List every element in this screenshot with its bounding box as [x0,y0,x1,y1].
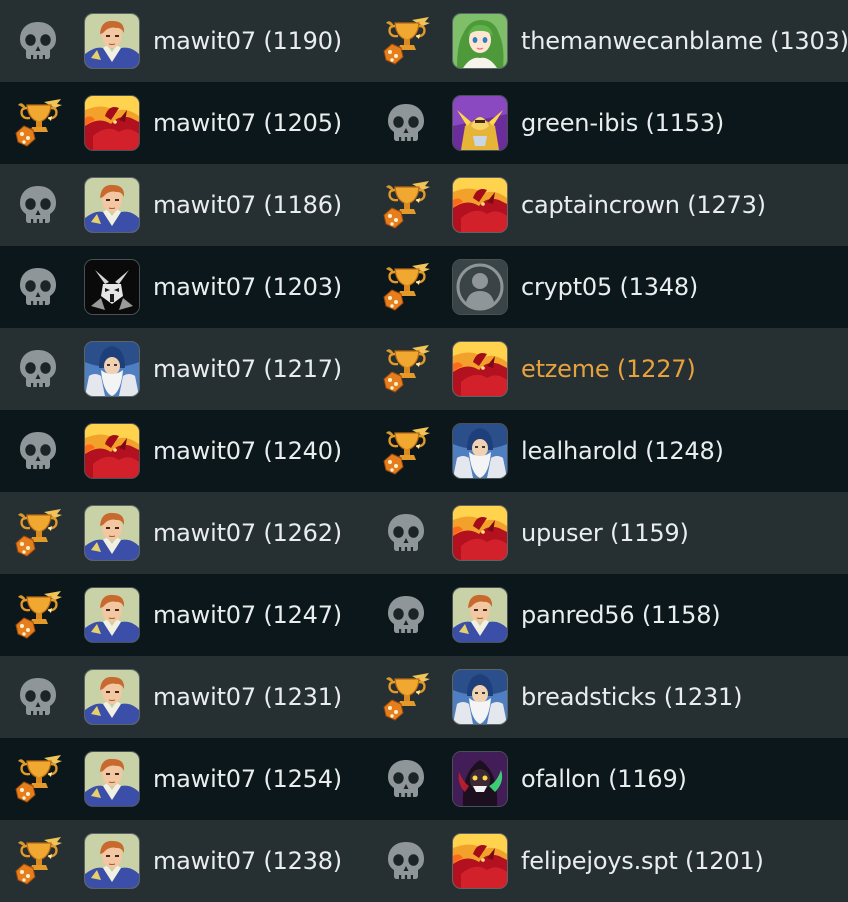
match-row: mawit07 (1262) upuser (1159) [0,492,848,574]
match-row: mawit07 (1254) ofallon (1169) [0,738,848,820]
player-name-link[interactable]: themanwecanblame (1303) [521,0,848,82]
skull-icon [11,670,65,724]
player-name-link[interactable]: captaincrown (1273) [521,164,766,246]
red-dragon-portrait[interactable] [453,178,507,232]
wizard-portrait[interactable] [453,424,507,478]
trophy-icon [11,506,65,560]
red-dragon-portrait[interactable] [453,342,507,396]
match-row: mawit07 (1247) panred56 (1158) [0,574,848,656]
match-row: mawit07 (1190) themanwecanblame (1303) [0,0,848,82]
trophy-icon [379,342,433,396]
match-history-list: mawit07 (1190) themanwecanblame (1303) m… [0,0,848,902]
trophy-icon [11,96,65,150]
trophy-icon [379,14,433,68]
adventurer-portrait[interactable] [85,178,139,232]
skull-icon [11,342,65,396]
golden-knight-portrait[interactable] [453,96,507,150]
player-name-link[interactable]: mawit07 (1262) [153,492,342,574]
match-row: mawit07 (1240) lealharold (1248) [0,410,848,492]
green-haired-girl-portrait[interactable] [453,14,507,68]
wizard-portrait[interactable] [85,342,139,396]
skull-icon [379,752,433,806]
trophy-icon [11,752,65,806]
skull-icon [379,506,433,560]
skull-icon [379,588,433,642]
match-row: mawit07 (1238) felipejoys.spt (1201) [0,820,848,902]
red-dragon-portrait[interactable] [85,424,139,478]
player-name-link[interactable]: mawit07 (1205) [153,82,342,164]
player-name-link[interactable]: breadsticks (1231) [521,656,742,738]
player-name-link[interactable]: mawit07 (1240) [153,410,342,492]
player-name-link[interactable]: ofallon (1169) [521,738,687,820]
black-robot-portrait[interactable] [85,260,139,314]
skull-icon [379,834,433,888]
trophy-icon [11,834,65,888]
player-name-link[interactable]: etzeme (1227) [521,328,696,410]
match-row: mawit07 (1231) breadsticks (1231) [0,656,848,738]
player-name-link[interactable]: mawit07 (1217) [153,328,342,410]
player-name-link[interactable]: mawit07 (1190) [153,0,342,82]
adventurer-portrait[interactable] [85,506,139,560]
match-row: mawit07 (1217) etzeme (1227) [0,328,848,410]
player-name-link[interactable]: crypt05 (1348) [521,246,698,328]
skull-icon [379,96,433,150]
player-name-link[interactable]: mawit07 (1203) [153,246,342,328]
trophy-icon [379,260,433,314]
player-name-link[interactable]: mawit07 (1231) [153,656,342,738]
match-row: mawit07 (1205) green-ibis (1153) [0,82,848,164]
adventurer-portrait[interactable] [85,588,139,642]
player-name-link[interactable]: mawit07 (1254) [153,738,342,820]
skull-icon [11,178,65,232]
player-name-link[interactable]: mawit07 (1186) [153,164,342,246]
player-name-link[interactable]: lealharold (1248) [521,410,724,492]
player-name-link[interactable]: mawit07 (1238) [153,820,342,902]
adventurer-portrait[interactable] [85,14,139,68]
adventurer-portrait[interactable] [85,752,139,806]
wizard-portrait[interactable] [453,670,507,724]
player-name-link[interactable]: upuser (1159) [521,492,689,574]
red-dragon-portrait[interactable] [453,834,507,888]
dark-sorcerer-portrait[interactable] [453,752,507,806]
default-user-portrait[interactable] [453,260,507,314]
skull-icon [11,260,65,314]
skull-icon [11,14,65,68]
trophy-icon [379,424,433,478]
player-name-link[interactable]: panred56 (1158) [521,574,721,656]
trophy-icon [379,670,433,724]
match-row: mawit07 (1186) captaincrown (1273) [0,164,848,246]
player-name-link[interactable]: felipejoys.spt (1201) [521,820,764,902]
match-row: mawit07 (1203) crypt05 (1348) [0,246,848,328]
adventurer-portrait[interactable] [85,670,139,724]
player-name-link[interactable]: mawit07 (1247) [153,574,342,656]
adventurer-portrait[interactable] [85,834,139,888]
red-dragon-portrait[interactable] [453,506,507,560]
red-dragon-portrait[interactable] [85,96,139,150]
trophy-icon [11,588,65,642]
player-name-link[interactable]: green-ibis (1153) [521,82,724,164]
adventurer-portrait[interactable] [453,588,507,642]
trophy-icon [379,178,433,232]
skull-icon [11,424,65,478]
